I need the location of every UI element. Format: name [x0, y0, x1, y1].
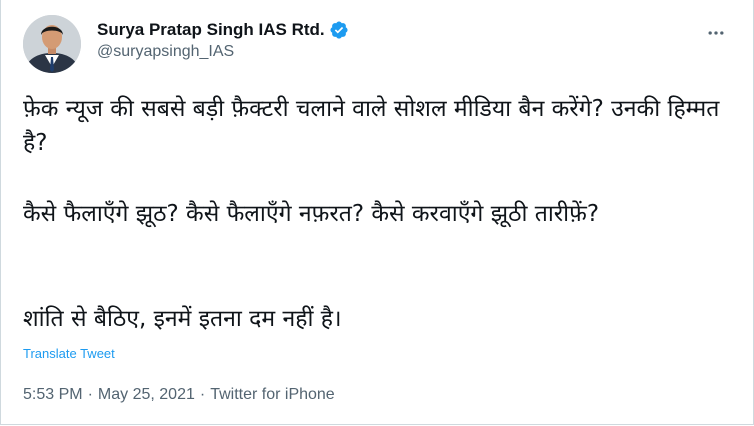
tweet-source[interactable]: Twitter for iPhone [210, 386, 335, 404]
tweet-time[interactable]: 5:53 PM [23, 386, 83, 404]
more-options-button[interactable] [699, 16, 733, 50]
tweet-paragraph: फ़ेक न्यूज की सबसे बड़ी फ़ैक्टरी चलाने व… [23, 96, 720, 156]
avatar[interactable] [23, 15, 81, 73]
tweet-metadata: 5:53 PM · May 25, 2021 · Twitter for iPh… [23, 386, 335, 404]
meta-separator: · [87, 386, 93, 403]
profile-photo-icon [23, 15, 81, 73]
author-name[interactable]: Surya Pratap Singh IAS Rtd. [97, 20, 325, 40]
meta-separator: · [199, 386, 206, 403]
translate-tweet-link[interactable]: Translate Tweet [23, 346, 115, 361]
author-name-row[interactable]: Surya Pratap Singh IAS Rtd. [97, 18, 349, 42]
tweet-paragraph: शांति से बैठिए, इनमें इतना दम नहीं है। [23, 306, 342, 332]
verified-badge-icon [329, 20, 349, 40]
tweet-paragraph: कैसे फैलाएँगे झूठ? कैसे फैलाएँगे नफ़रत? … [23, 201, 600, 227]
tweet-date[interactable]: May 25, 2021 [98, 386, 195, 404]
more-horizontal-icon [708, 31, 724, 35]
author-handle[interactable]: @suryapsingh_IAS [97, 43, 234, 61]
tweet-card: Surya Pratap Singh IAS Rtd. @suryapsingh… [0, 0, 754, 425]
